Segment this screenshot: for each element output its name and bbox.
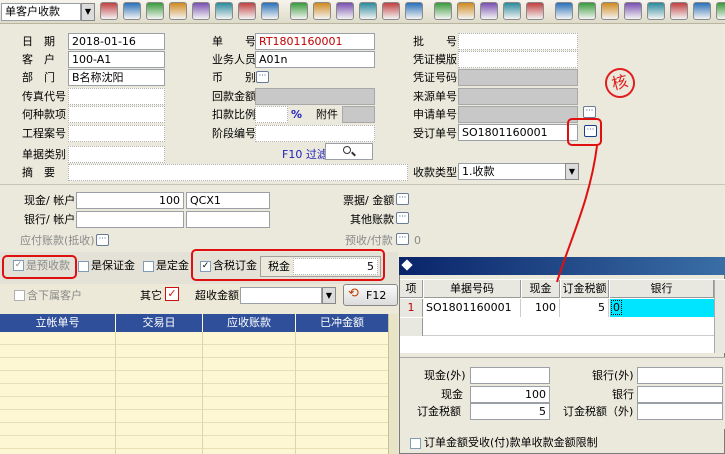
annotation-line (556, 145, 598, 283)
annotation-arrow (556, 145, 598, 283)
